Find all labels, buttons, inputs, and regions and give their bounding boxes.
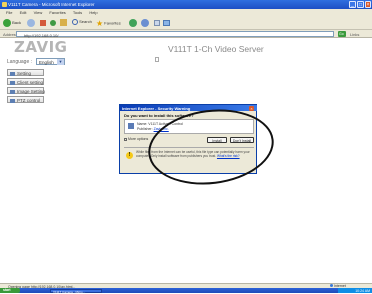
nav-client-setting-button[interactable]: Client setting [7,78,44,85]
menu-bar: File Edit View Favorites Tools Help [0,9,372,16]
plugin-placeholder-icon [155,57,159,62]
dialog-close-icon[interactable]: × [249,105,254,111]
search-button[interactable]: Search [72,19,92,25]
minimize-button[interactable]: _ [349,1,356,8]
forward-arrow-icon[interactable] [27,19,35,27]
system-tray-clock: 10:24 AM [338,288,372,293]
client-icon [10,80,15,85]
menu-favorites[interactable]: Favorites [49,10,65,15]
go-button[interactable]: Go [338,31,346,37]
favorites-button[interactable]: ★ Favorites [96,19,121,28]
warning-shield-icon: ! [126,152,133,159]
browser-toolbar: Back Search ★ Favorites [0,16,372,30]
expand-icon [124,137,127,141]
search-icon [72,19,78,25]
package-icon [128,123,134,129]
address-input[interactable]: http://192.168.0.10/ [16,31,334,38]
nav-image-setting-button[interactable]: Image Setting [7,87,45,94]
history-icon[interactable] [141,19,149,27]
star-icon: ★ [96,19,104,28]
menu-edit[interactable]: Edit [20,10,27,15]
links-label[interactable]: Links [350,32,359,37]
setting-icon [10,71,15,76]
page-heading: V111T 1-Ch Video Server [168,44,264,54]
menu-view[interactable]: View [34,10,43,15]
back-button[interactable]: Back [3,19,21,27]
print-icon[interactable] [163,20,170,26]
chevron-down-icon[interactable]: ▼ [57,58,64,65]
menu-tools[interactable]: Tools [73,10,82,15]
close-window-button[interactable]: × [365,1,371,8]
menu-file[interactable]: File [6,10,12,15]
home-icon[interactable] [60,19,67,26]
nav-ptz-control-button[interactable]: PTZ control [7,96,44,103]
more-options-toggle[interactable]: More options [124,137,148,141]
back-arrow-icon [3,19,11,27]
zavio-logo: ZAVIG [14,38,68,56]
stop-icon[interactable] [40,20,46,26]
menu-help[interactable]: Help [89,10,97,15]
ptz-icon [10,98,15,103]
refresh-icon[interactable] [50,20,56,26]
start-button[interactable]: start [0,288,20,293]
address-bar: Address http://192.168.0.10/ Go Links [0,30,372,38]
ie-icon [2,2,7,7]
name-label: Name: [137,122,148,126]
taskbar-item[interactable]: V111T Camera - Micro... [50,288,102,294]
image-icon [10,89,15,94]
mail-icon[interactable] [154,20,160,26]
window-titlebar: V111T Camera - Microsoft Internet Explor… [0,0,372,9]
media-icon[interactable] [129,19,137,27]
publisher-label: Publisher: [137,127,153,131]
language-label: Language : [7,59,33,65]
nav-setting-button[interactable]: Setting [7,69,44,76]
security-zone: Internet [330,284,346,288]
window-title: V111T Camera - Microsoft Internet Explor… [8,2,95,7]
maximize-button[interactable]: □ [357,1,364,8]
globe-icon [330,284,333,288]
